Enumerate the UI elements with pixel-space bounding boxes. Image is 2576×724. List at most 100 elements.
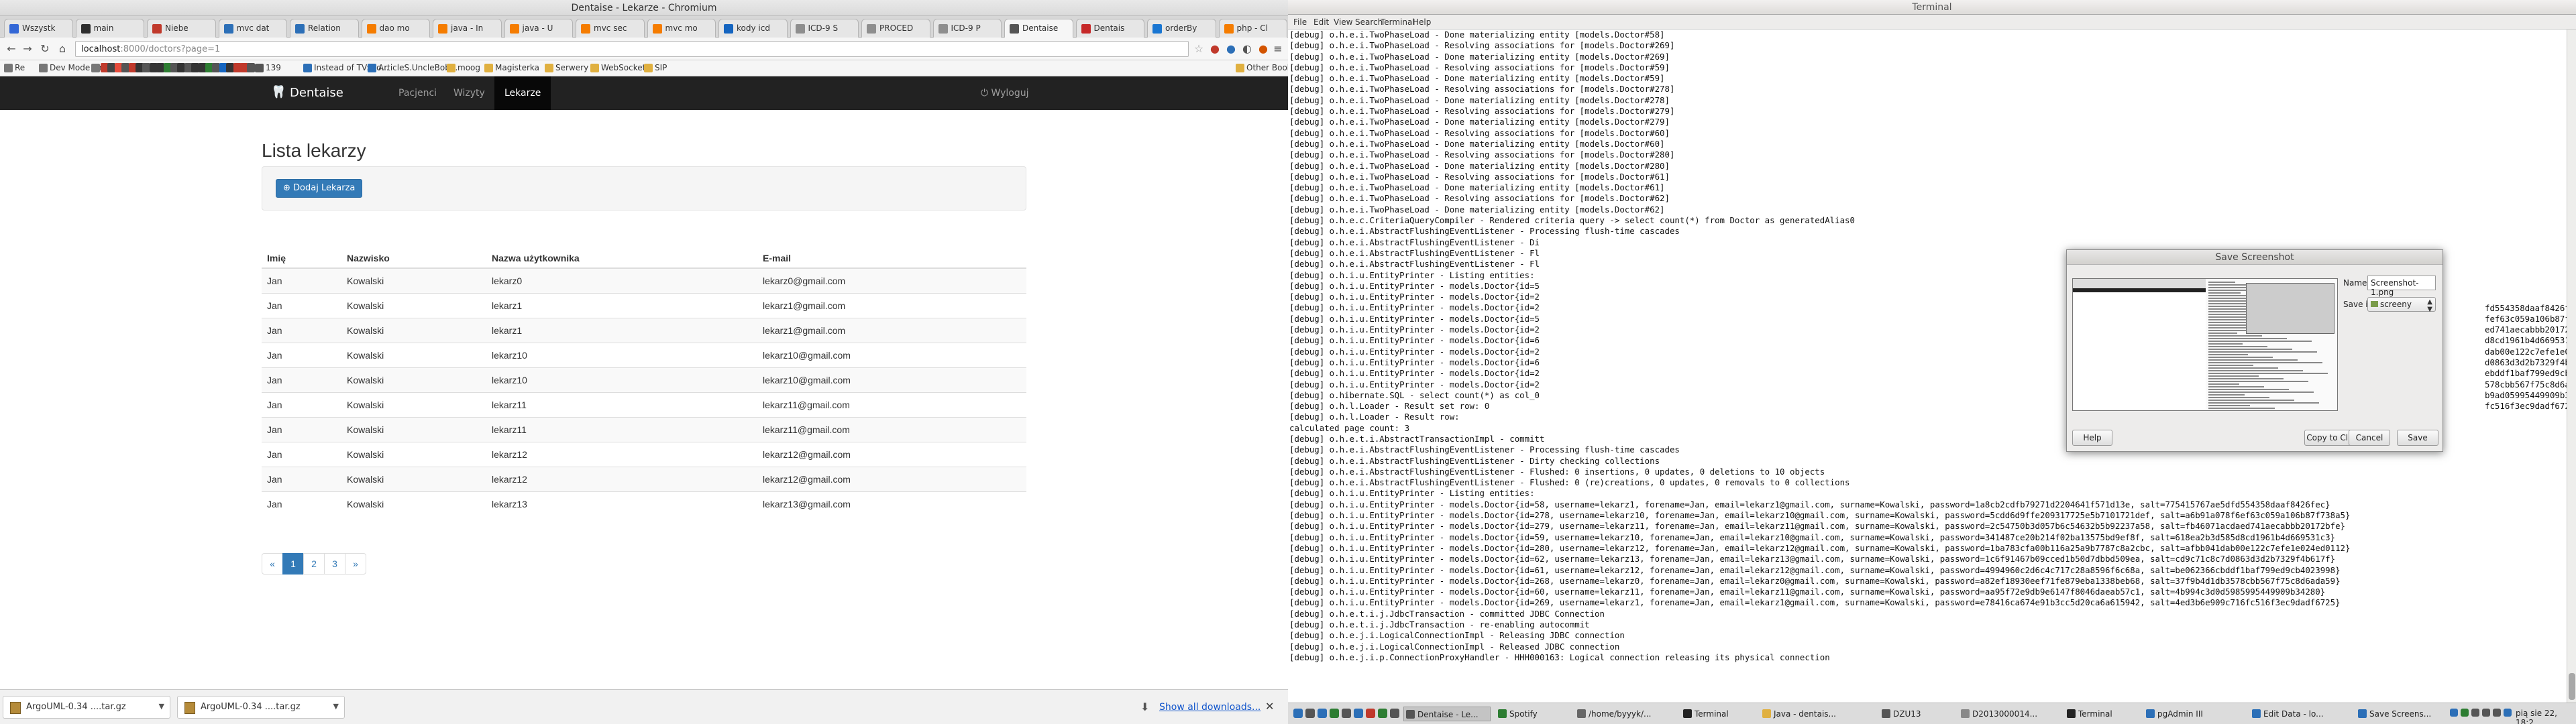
bookmark-item[interactable]: Other Bookmarks <box>1236 63 1288 72</box>
bookmark-icon[interactable] <box>247 63 256 72</box>
taskbar-item[interactable]: Edit Data - lo... <box>2250 707 2351 721</box>
taskbar-item[interactable]: Java - dentais... <box>1760 707 1874 721</box>
star-icon[interactable]: ☆ <box>1191 42 1206 56</box>
launcher-icon[interactable] <box>1390 709 1399 718</box>
taskbar-item[interactable]: Save Screens... <box>2356 707 2450 721</box>
browser-tab[interactable]: Dentais <box>1075 19 1144 38</box>
pagination-page[interactable]: 2 <box>303 553 325 575</box>
browser-tab[interactable]: mvc mo <box>647 19 716 38</box>
taskbar-item[interactable]: Terminal <box>1681 707 1755 721</box>
reload-icon[interactable]: ↻ <box>38 42 52 56</box>
col-email[interactable]: E-mail <box>757 248 1026 269</box>
extension-icon[interactable]: ● <box>1208 42 1222 56</box>
pagination-next[interactable]: » <box>345 553 366 575</box>
download-item[interactable]: ArgoUML-0.34 ....tar.gz ▼ <box>177 696 345 719</box>
bookmark-item[interactable]: 139 <box>255 63 281 72</box>
scroll-thumb[interactable] <box>2569 673 2575 700</box>
browser-tab[interactable]: orderBy <box>1147 19 1216 38</box>
home-icon[interactable]: ⌂ <box>55 42 70 56</box>
terminal-menu-item[interactable]: Search <box>1355 17 1383 27</box>
col-forename[interactable]: Imię <box>262 248 341 269</box>
back-icon[interactable]: ← <box>4 42 19 56</box>
bookmark-item[interactable]: ArticleS.UncleBob... <box>368 63 458 72</box>
download-item[interactable]: ArgoUML-0.34 ....tar.gz ▼ <box>3 696 170 719</box>
bookmark-item[interactable]: moog <box>447 63 480 72</box>
taskbar-item[interactable]: DZU13 <box>1880 707 1953 721</box>
show-all-downloads-link[interactable]: Show all downloads... <box>1159 702 1260 713</box>
logout-link[interactable]: ⏻ Wyloguj <box>981 88 1029 99</box>
terminal-menu-item[interactable]: View <box>1334 17 1352 27</box>
taskbar-item[interactable]: Dentaise - Le... <box>1403 707 1491 721</box>
bookmark-item[interactable]: Re <box>4 63 25 72</box>
folder-select[interactable]: screeny ▲ ▼ <box>2367 297 2436 313</box>
taskbar-item[interactable]: D2013000014... <box>1959 707 2059 721</box>
browser-tab[interactable]: dao mo <box>361 19 430 38</box>
pagination-prev[interactable]: « <box>262 553 283 575</box>
browser-tab[interactable]: ICD-9 P <box>932 19 1002 38</box>
browser-tab[interactable]: PROCED <box>861 19 930 38</box>
terminal-scrollbar[interactable] <box>2567 29 2576 703</box>
filename-input[interactable]: Screenshot-1.png <box>2367 276 2436 297</box>
browser-tab[interactable]: mvc sec <box>576 19 645 38</box>
launcher-icon[interactable] <box>1330 709 1339 718</box>
terminal-menu-item[interactable]: File <box>1293 17 1307 27</box>
bookmark-item[interactable]: WebSocket <box>590 63 645 72</box>
help-button[interactable]: Help <box>2072 430 2112 446</box>
forward-icon[interactable]: → <box>20 42 35 56</box>
extension-icon[interactable]: ● <box>1256 42 1271 56</box>
clock[interactable]: pią sie 22, 18:2 <box>2516 709 2576 724</box>
save-button[interactable]: Save <box>2397 430 2438 446</box>
browser-tab[interactable]: Relation <box>290 19 359 38</box>
bookmark-item[interactable]: Serwery <box>545 63 588 72</box>
terminal-menu-item[interactable]: Edit <box>1313 17 1329 27</box>
terminal-menu-item[interactable]: Help <box>1413 17 1431 27</box>
bookmark-item[interactable]: SIP <box>644 63 667 72</box>
add-doctor-button[interactable]: ⊕ Dodaj Lekarza <box>276 179 363 198</box>
tray-icon[interactable] <box>2482 709 2490 717</box>
address-bar[interactable]: localhost:8000/doctors?page=1 <box>75 41 1189 57</box>
col-surname[interactable]: Nazwisko <box>341 248 486 269</box>
launcher-icon[interactable] <box>1354 709 1363 718</box>
nav-doctors[interactable]: Lekarze <box>494 76 551 110</box>
browser-tab[interactable]: ICD-9 S <box>790 19 859 38</box>
launcher-icon[interactable] <box>1342 709 1351 718</box>
browser-tab[interactable]: java - In <box>433 19 502 38</box>
browser-tab[interactable]: Dentaise <box>1004 19 1073 38</box>
pagination-page[interactable]: 3 <box>324 553 345 575</box>
tray-icon[interactable] <box>2461 709 2469 717</box>
tray-icon[interactable] <box>2504 709 2512 717</box>
browser-tab[interactable]: main <box>75 19 144 38</box>
browser-tab[interactable]: java - U <box>504 19 573 38</box>
launcher-icon[interactable] <box>1293 709 1303 718</box>
chevron-down-icon[interactable]: ▼ <box>159 702 164 711</box>
browser-tab[interactable]: mvc dat <box>218 19 287 38</box>
taskbar-item[interactable]: /home/byyyk/... <box>1575 707 1676 721</box>
extension-icon[interactable]: ● <box>1224 42 1238 56</box>
launcher-icon[interactable] <box>1318 709 1327 718</box>
col-username[interactable]: Nazwa użytkownika <box>486 248 757 269</box>
launcher-icon[interactable] <box>1366 709 1375 718</box>
extension-icon[interactable]: ◐ <box>1240 42 1254 56</box>
browser-tab[interactable]: kody icd <box>718 19 788 38</box>
browser-tab[interactable]: php - Cl <box>1218 19 1287 38</box>
brand[interactable]: 🦷 Dentaise <box>271 85 343 100</box>
tray-icon[interactable] <box>2471 709 2479 717</box>
terminal-menu-item[interactable]: Terminal <box>1381 17 1415 27</box>
close-icon[interactable]: ✕ <box>1265 700 1274 713</box>
menu-icon[interactable]: ≡ <box>1271 42 1285 56</box>
bookmark-item[interactable]: Magisterka <box>484 63 539 72</box>
browser-tab[interactable]: Wszystk <box>4 19 73 38</box>
chevron-down-icon[interactable]: ▼ <box>333 702 339 711</box>
taskbar-item[interactable]: Terminal <box>2065 707 2139 721</box>
cancel-button[interactable]: Cancel <box>2349 430 2390 446</box>
launcher-icon[interactable] <box>1378 709 1387 718</box>
nav-patients[interactable]: Pacjenci <box>398 88 437 99</box>
pagination-page[interactable]: 1 <box>282 553 304 575</box>
tray-icon[interactable] <box>2450 709 2458 717</box>
nav-visits[interactable]: Wizyty <box>453 88 485 99</box>
taskbar-item[interactable]: pgAdmin III <box>2144 707 2245 721</box>
browser-tab[interactable]: Niebe <box>147 19 216 38</box>
launcher-icon[interactable] <box>1305 709 1315 718</box>
tray-icon[interactable] <box>2493 709 2501 717</box>
taskbar-item[interactable]: Spotify <box>1496 707 1570 721</box>
